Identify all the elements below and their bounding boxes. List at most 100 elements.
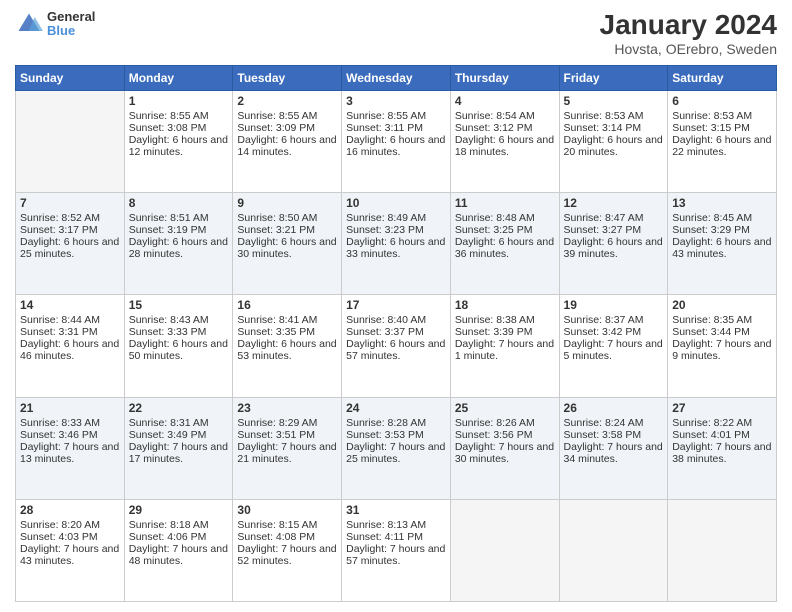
sunrise-text: Sunrise: 8:54 AM	[455, 110, 555, 122]
sunset-text: Sunset: 3:56 PM	[455, 429, 555, 441]
col-thursday: Thursday	[450, 65, 559, 90]
daylight-text: Daylight: 7 hours and 17 minutes.	[129, 441, 229, 465]
sunrise-text: Sunrise: 8:20 AM	[20, 519, 120, 531]
sunset-text: Sunset: 4:03 PM	[20, 531, 120, 543]
daylight-text: Daylight: 6 hours and 30 minutes.	[237, 236, 337, 260]
sunset-text: Sunset: 3:15 PM	[672, 122, 772, 134]
sunrise-text: Sunrise: 8:45 AM	[672, 212, 772, 224]
sunrise-text: Sunrise: 8:48 AM	[455, 212, 555, 224]
calendar-table: Sunday Monday Tuesday Wednesday Thursday…	[15, 65, 777, 602]
page: General Blue January 2024 Hovsta, OErebr…	[0, 0, 792, 612]
table-row: 8Sunrise: 8:51 AMSunset: 3:19 PMDaylight…	[124, 193, 233, 295]
sunrise-text: Sunrise: 8:40 AM	[346, 314, 446, 326]
day-number: 11	[455, 196, 555, 210]
day-number: 23	[237, 401, 337, 415]
sunset-text: Sunset: 3:35 PM	[237, 326, 337, 338]
sunrise-text: Sunrise: 8:51 AM	[129, 212, 229, 224]
day-number: 15	[129, 298, 229, 312]
calendar-row: 1Sunrise: 8:55 AMSunset: 3:08 PMDaylight…	[16, 90, 777, 192]
daylight-text: Daylight: 7 hours and 52 minutes.	[237, 543, 337, 567]
table-row: 13Sunrise: 8:45 AMSunset: 3:29 PMDayligh…	[668, 193, 777, 295]
sunrise-text: Sunrise: 8:44 AM	[20, 314, 120, 326]
day-number: 4	[455, 94, 555, 108]
daylight-text: Daylight: 7 hours and 43 minutes.	[20, 543, 120, 567]
sunset-text: Sunset: 3:12 PM	[455, 122, 555, 134]
daylight-text: Daylight: 7 hours and 30 minutes.	[455, 441, 555, 465]
daylight-text: Daylight: 6 hours and 46 minutes.	[20, 338, 120, 362]
col-tuesday: Tuesday	[233, 65, 342, 90]
col-monday: Monday	[124, 65, 233, 90]
daylight-text: Daylight: 6 hours and 39 minutes.	[564, 236, 664, 260]
daylight-text: Daylight: 6 hours and 57 minutes.	[346, 338, 446, 362]
day-number: 10	[346, 196, 446, 210]
daylight-text: Daylight: 7 hours and 5 minutes.	[564, 338, 664, 362]
logo-line1: General	[47, 10, 95, 24]
sunset-text: Sunset: 3:51 PM	[237, 429, 337, 441]
table-row: 29Sunrise: 8:18 AMSunset: 4:06 PMDayligh…	[124, 499, 233, 601]
header: General Blue January 2024 Hovsta, OErebr…	[15, 10, 777, 57]
sunset-text: Sunset: 3:14 PM	[564, 122, 664, 134]
logo-icon	[15, 10, 43, 38]
col-saturday: Saturday	[668, 65, 777, 90]
daylight-text: Daylight: 6 hours and 43 minutes.	[672, 236, 772, 260]
daylight-text: Daylight: 6 hours and 25 minutes.	[20, 236, 120, 260]
day-number: 17	[346, 298, 446, 312]
sunrise-text: Sunrise: 8:55 AM	[129, 110, 229, 122]
sunrise-text: Sunrise: 8:22 AM	[672, 417, 772, 429]
sunset-text: Sunset: 3:19 PM	[129, 224, 229, 236]
table-row: 2Sunrise: 8:55 AMSunset: 3:09 PMDaylight…	[233, 90, 342, 192]
table-row: 30Sunrise: 8:15 AMSunset: 4:08 PMDayligh…	[233, 499, 342, 601]
day-number: 22	[129, 401, 229, 415]
daylight-text: Daylight: 7 hours and 13 minutes.	[20, 441, 120, 465]
daylight-text: Daylight: 7 hours and 34 minutes.	[564, 441, 664, 465]
day-number: 27	[672, 401, 772, 415]
day-number: 14	[20, 298, 120, 312]
daylight-text: Daylight: 6 hours and 33 minutes.	[346, 236, 446, 260]
table-row: 11Sunrise: 8:48 AMSunset: 3:25 PMDayligh…	[450, 193, 559, 295]
sunrise-text: Sunrise: 8:18 AM	[129, 519, 229, 531]
daylight-text: Daylight: 6 hours and 12 minutes.	[129, 134, 229, 158]
table-row	[16, 90, 125, 192]
sunrise-text: Sunrise: 8:41 AM	[237, 314, 337, 326]
table-row: 31Sunrise: 8:13 AMSunset: 4:11 PMDayligh…	[342, 499, 451, 601]
daylight-text: Daylight: 6 hours and 16 minutes.	[346, 134, 446, 158]
daylight-text: Daylight: 6 hours and 18 minutes.	[455, 134, 555, 158]
sunset-text: Sunset: 4:11 PM	[346, 531, 446, 543]
sunset-text: Sunset: 3:46 PM	[20, 429, 120, 441]
day-number: 30	[237, 503, 337, 517]
table-row: 3Sunrise: 8:55 AMSunset: 3:11 PMDaylight…	[342, 90, 451, 192]
day-number: 31	[346, 503, 446, 517]
daylight-text: Daylight: 7 hours and 25 minutes.	[346, 441, 446, 465]
sunset-text: Sunset: 3:27 PM	[564, 224, 664, 236]
calendar-header-row: Sunday Monday Tuesday Wednesday Thursday…	[16, 65, 777, 90]
sunset-text: Sunset: 3:08 PM	[129, 122, 229, 134]
daylight-text: Daylight: 6 hours and 20 minutes.	[564, 134, 664, 158]
calendar-row: 21Sunrise: 8:33 AMSunset: 3:46 PMDayligh…	[16, 397, 777, 499]
calendar-row: 7Sunrise: 8:52 AMSunset: 3:17 PMDaylight…	[16, 193, 777, 295]
daylight-text: Daylight: 7 hours and 38 minutes.	[672, 441, 772, 465]
day-number: 7	[20, 196, 120, 210]
sunset-text: Sunset: 3:21 PM	[237, 224, 337, 236]
table-row: 26Sunrise: 8:24 AMSunset: 3:58 PMDayligh…	[559, 397, 668, 499]
sunset-text: Sunset: 3:49 PM	[129, 429, 229, 441]
page-title: January 2024	[600, 10, 777, 41]
sunset-text: Sunset: 3:23 PM	[346, 224, 446, 236]
daylight-text: Daylight: 6 hours and 50 minutes.	[129, 338, 229, 362]
day-number: 19	[564, 298, 664, 312]
day-number: 20	[672, 298, 772, 312]
calendar-row: 14Sunrise: 8:44 AMSunset: 3:31 PMDayligh…	[16, 295, 777, 397]
table-row: 19Sunrise: 8:37 AMSunset: 3:42 PMDayligh…	[559, 295, 668, 397]
day-number: 25	[455, 401, 555, 415]
sunset-text: Sunset: 3:39 PM	[455, 326, 555, 338]
col-sunday: Sunday	[16, 65, 125, 90]
sunrise-text: Sunrise: 8:33 AM	[20, 417, 120, 429]
logo: General Blue	[15, 10, 95, 39]
title-block: January 2024 Hovsta, OErebro, Sweden	[600, 10, 777, 57]
table-row: 1Sunrise: 8:55 AMSunset: 3:08 PMDaylight…	[124, 90, 233, 192]
day-number: 28	[20, 503, 120, 517]
table-row: 20Sunrise: 8:35 AMSunset: 3:44 PMDayligh…	[668, 295, 777, 397]
day-number: 5	[564, 94, 664, 108]
sunrise-text: Sunrise: 8:38 AM	[455, 314, 555, 326]
sunset-text: Sunset: 3:42 PM	[564, 326, 664, 338]
table-row: 25Sunrise: 8:26 AMSunset: 3:56 PMDayligh…	[450, 397, 559, 499]
